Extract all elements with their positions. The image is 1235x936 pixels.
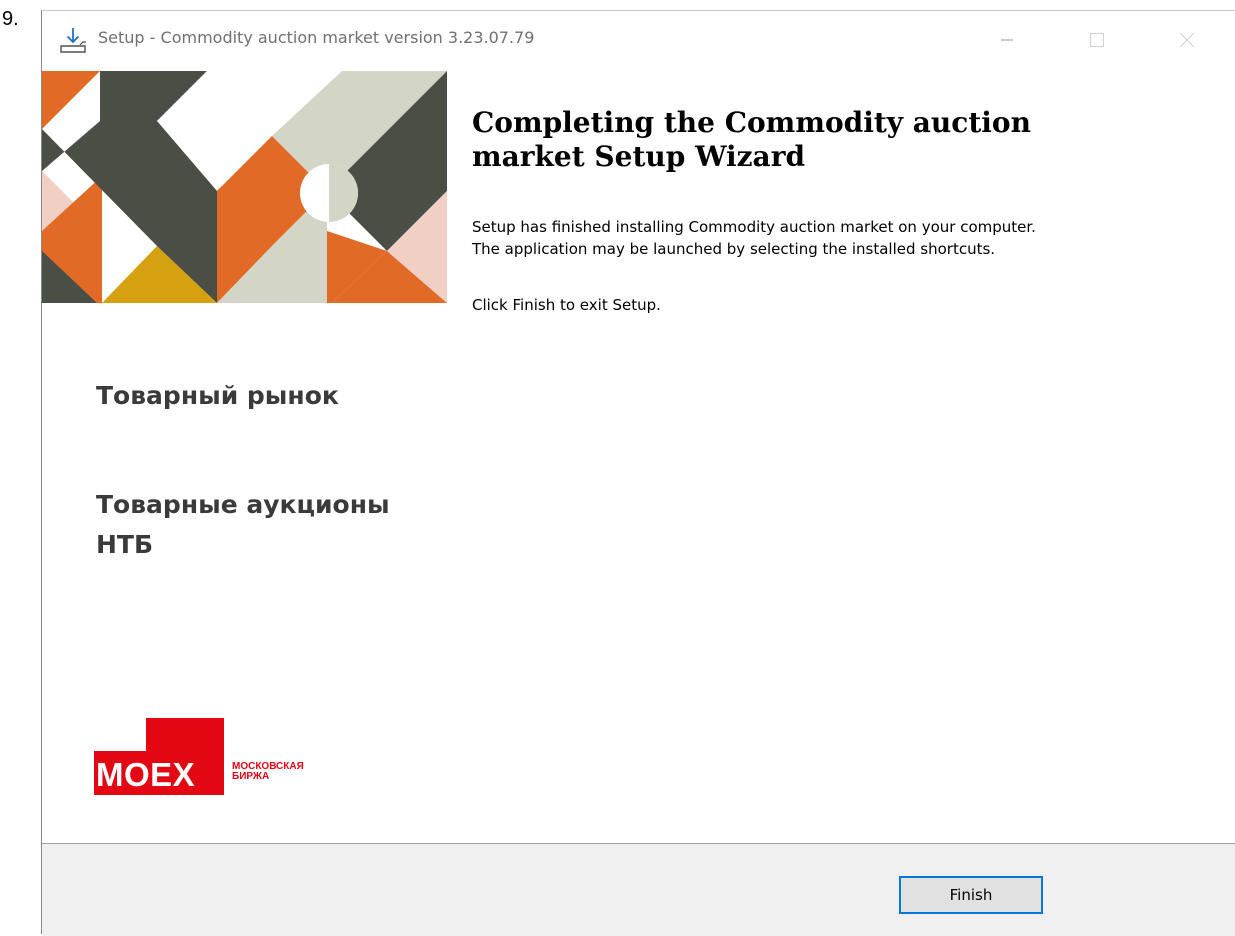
maximize-button[interactable] (1062, 11, 1132, 69)
finish-hint: Click Finish to exit Setup. (472, 296, 661, 314)
completion-message-line-2: The application may be launched by selec… (472, 240, 996, 258)
finish-button[interactable]: Finish (899, 876, 1043, 914)
maximize-icon (1090, 33, 1104, 47)
sidebar-title-commodity-market: Товарный рынок (96, 381, 339, 410)
installer-download-icon (60, 28, 86, 53)
completion-message: Setup has finished installing Commodity … (472, 216, 1212, 260)
window-title: Setup - Commodity auction market version… (98, 28, 535, 47)
setup-window: Setup - Commodity auction market version… (41, 10, 1235, 936)
completion-message-line-1: Setup has finished installing Commodity … (472, 218, 1036, 236)
wizard-heading: Completing the Commodity auction market … (472, 106, 1031, 173)
minimize-icon (1001, 39, 1013, 41)
step-number: 9. (2, 8, 19, 30)
sidebar-title-commodity-auctions: Товарные аукционы НТБ (96, 490, 390, 559)
title-bar[interactable]: Setup - Commodity auction market version… (42, 11, 1235, 71)
moex-logo-subtitle: МОСКОВСКАЯ БИРЖА (232, 761, 304, 782)
wizard-banner-graphic (42, 71, 447, 303)
close-icon (1179, 32, 1195, 48)
minimize-button[interactable] (972, 11, 1042, 69)
moex-logo-word: MOEX (96, 756, 196, 793)
close-button[interactable] (1152, 11, 1222, 69)
wizard-footer: Finish (42, 843, 1235, 936)
